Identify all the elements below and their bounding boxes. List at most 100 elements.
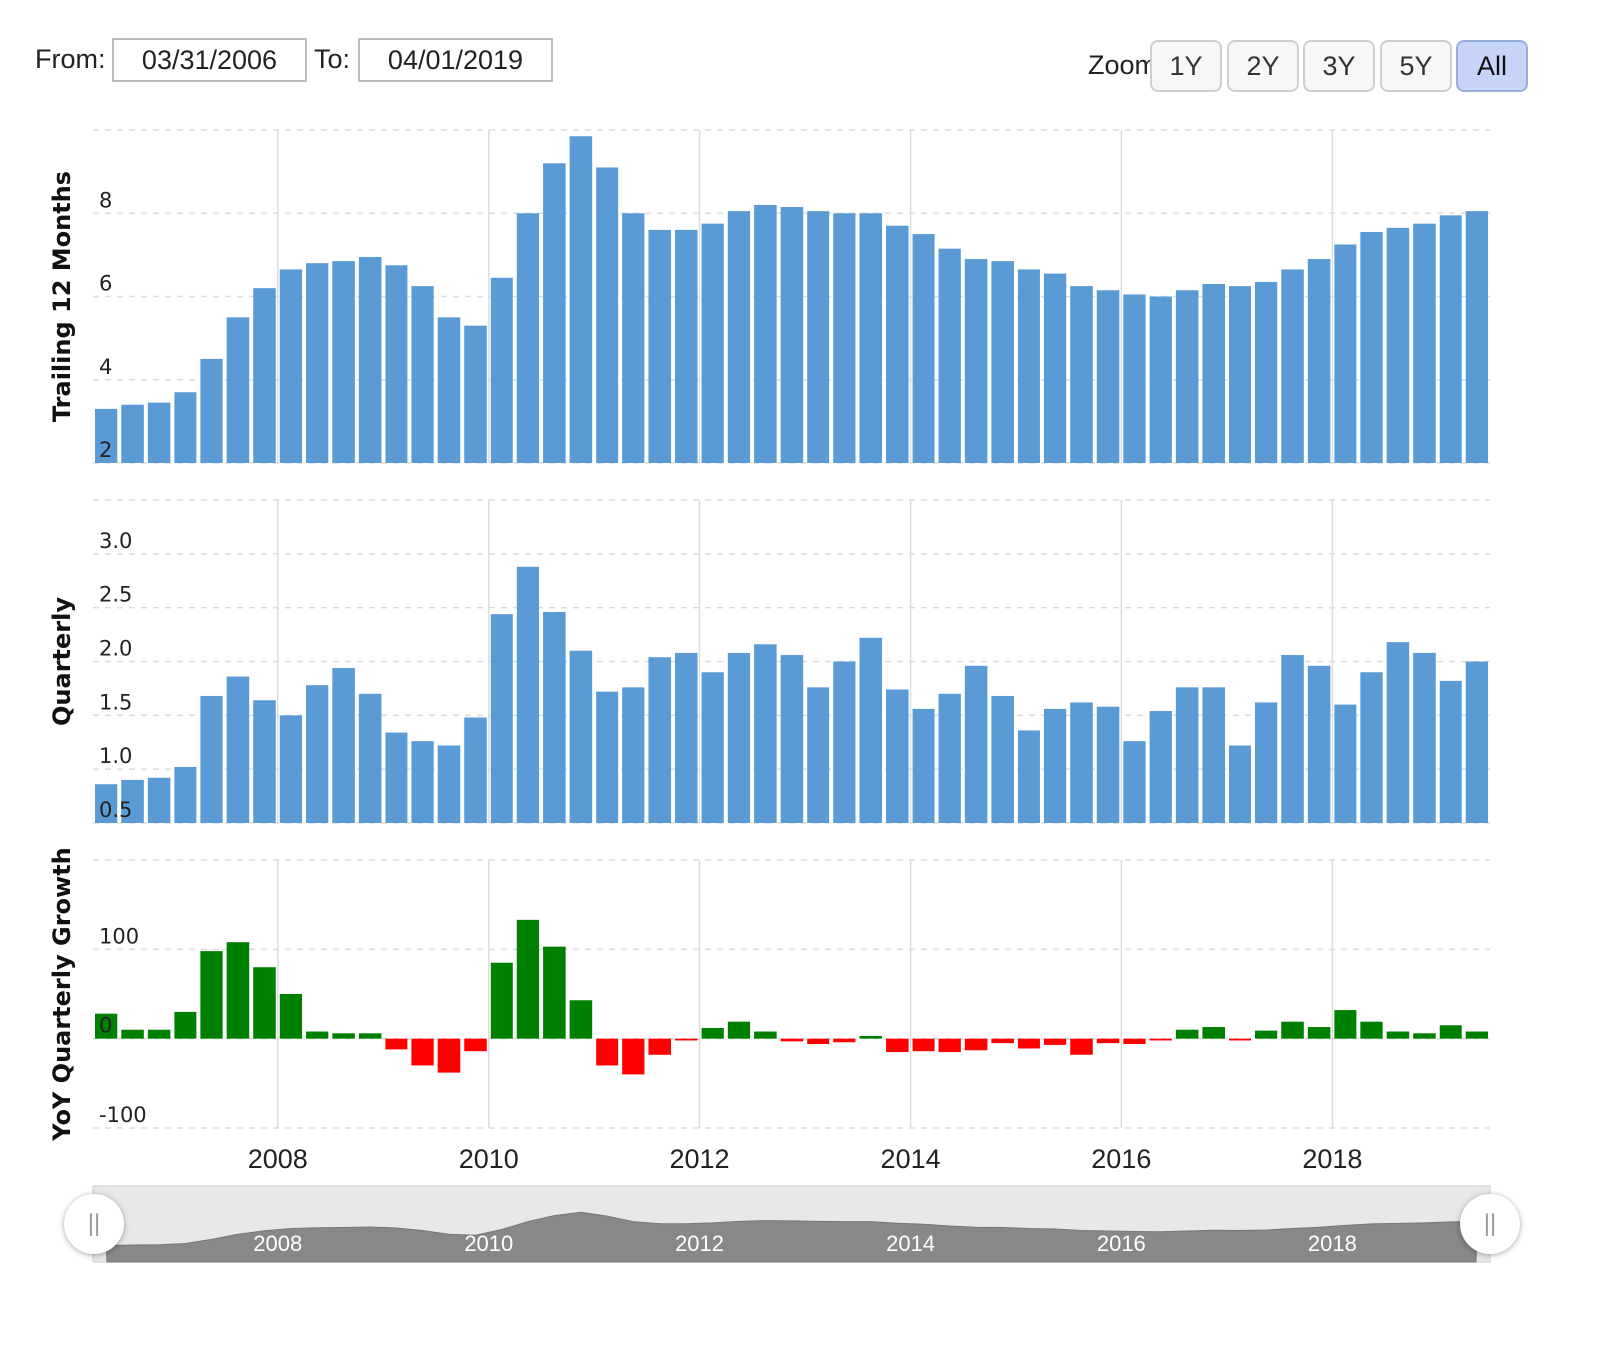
bar [991, 261, 1014, 463]
bar [1149, 296, 1172, 463]
y-tick-label: 8 [99, 188, 112, 212]
bar [516, 566, 540, 823]
navigator-tick-label: 2012 [675, 1231, 724, 1256]
bar [1175, 687, 1199, 823]
y-tick-label: 0 [99, 1014, 112, 1038]
bar [1465, 661, 1488, 823]
bar [279, 715, 303, 823]
bar [1017, 730, 1040, 823]
y-axis-title: YoY Quarterly Growth [48, 847, 76, 1141]
bar [147, 402, 171, 463]
bar [332, 667, 355, 823]
bar [1123, 1038, 1146, 1045]
bar [833, 213, 856, 463]
bar [1281, 655, 1304, 823]
bar [1413, 652, 1436, 823]
bar [964, 1038, 988, 1051]
panel-1: 2 4 6 8 Trailing 12 Months [48, 129, 1490, 464]
bar [516, 919, 540, 1039]
bar [1439, 215, 1462, 463]
navigator: 2008 2010 2012 2014 2016 2018 [92, 1185, 1491, 1263]
bar [807, 687, 830, 823]
bar [1043, 708, 1067, 823]
bar [596, 1038, 619, 1066]
bar [385, 265, 408, 463]
bar [596, 167, 619, 463]
x-tick-label: 2014 [881, 1144, 941, 1174]
bar [859, 637, 883, 823]
bar [1386, 227, 1410, 463]
x-tick-label: 2008 [248, 1144, 308, 1174]
bar [807, 211, 830, 463]
y-tick-label: 3.0 [99, 529, 132, 553]
navigator-tick-label: 2008 [253, 1231, 302, 1256]
x-tick-label: 2012 [670, 1144, 730, 1174]
bar [1360, 1021, 1383, 1039]
bar [1307, 1027, 1331, 1039]
bar [385, 1038, 408, 1050]
bar [859, 1035, 883, 1039]
bar [543, 946, 566, 1039]
bar [1228, 286, 1251, 463]
y-tick-label: 100 [99, 924, 139, 948]
navigator-tick-label: 2010 [464, 1231, 513, 1256]
bar [1228, 1038, 1251, 1041]
bar [1017, 1038, 1040, 1049]
bar [174, 392, 197, 463]
navigator-left-handle[interactable]: || [64, 1194, 124, 1254]
bar [358, 256, 382, 463]
bar [226, 317, 250, 463]
bar [938, 693, 961, 823]
bar [1096, 1038, 1120, 1044]
bar [543, 611, 566, 823]
y-tick-label: 6 [99, 272, 112, 296]
bar [306, 1031, 329, 1039]
bar [1043, 273, 1067, 463]
bar [200, 695, 223, 823]
bar [1017, 269, 1040, 463]
bar [1439, 680, 1462, 823]
bar [1254, 281, 1278, 463]
bar [648, 229, 671, 463]
bar [780, 207, 804, 463]
bar [121, 1029, 144, 1039]
bar [1096, 290, 1120, 463]
bar [437, 1038, 461, 1073]
y-tick-label: 0.5 [99, 798, 132, 822]
bar [226, 942, 250, 1039]
y-tick-label: 2.5 [99, 583, 132, 607]
bar [1307, 259, 1331, 463]
bar [1413, 1033, 1436, 1039]
bar [1149, 711, 1172, 823]
bar [1281, 269, 1304, 463]
y-tick-label: 1.0 [99, 744, 132, 768]
bar [1175, 1029, 1199, 1039]
bar [1360, 672, 1383, 823]
bar [1175, 290, 1199, 463]
bar [490, 614, 513, 823]
bar [306, 685, 329, 823]
bar [701, 223, 724, 463]
bar [964, 665, 988, 823]
bar [332, 1033, 355, 1039]
bar [332, 261, 355, 463]
bar [464, 325, 487, 463]
bar [727, 211, 751, 463]
bar [964, 259, 988, 463]
bar [1123, 294, 1146, 463]
navigator-right-handle[interactable]: || [1460, 1194, 1520, 1254]
bar [358, 693, 382, 823]
bar [358, 1033, 382, 1039]
y-tick-label: 2.0 [99, 637, 132, 661]
bar [464, 1038, 487, 1052]
bar [648, 1038, 671, 1055]
bar [174, 1011, 197, 1039]
bar [1413, 223, 1436, 463]
bar [1439, 1025, 1462, 1039]
bar [1202, 284, 1225, 463]
bar [1228, 745, 1251, 823]
bar [859, 213, 883, 463]
bar [991, 1038, 1014, 1044]
bar [912, 234, 935, 463]
y-tick-label: 1.5 [99, 690, 132, 714]
